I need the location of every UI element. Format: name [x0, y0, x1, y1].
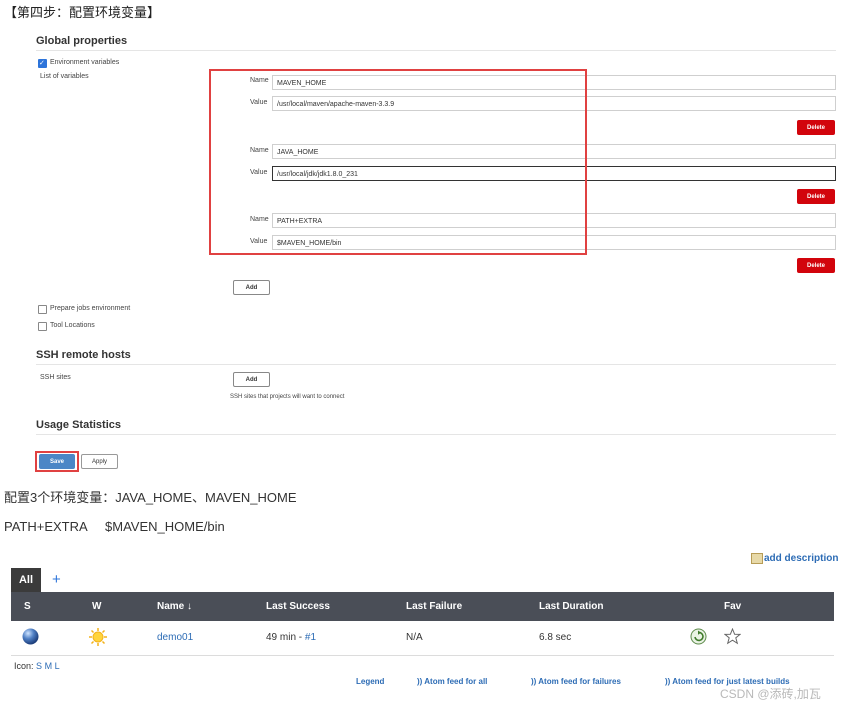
ssh-sites-label: SSH sites: [40, 374, 71, 381]
icon-size-m[interactable]: M: [45, 661, 53, 671]
rss-icon: )): [531, 677, 537, 686]
prepare-jobs-checkbox[interactable]: [38, 305, 47, 314]
rss-icon: )): [665, 677, 671, 686]
atom-feed-failures-link[interactable]: )) Atom feed for failures: [531, 677, 621, 686]
list-of-variables-label: List of variables: [40, 73, 89, 80]
ssh-help-text: SSH sites that projects will want to con…: [230, 394, 345, 400]
build-link[interactable]: #1: [305, 632, 316, 643]
step-title: 【第四步：配置环境变量】: [4, 5, 161, 20]
last-success-time: 49 min -: [266, 632, 305, 643]
note-line-1: 配置3个环境变量：JAVA_HOME、MAVEN_HOME: [4, 490, 297, 505]
schedule-build-icon[interactable]: [690, 628, 707, 645]
table-bottom-line: [11, 655, 834, 656]
legend-link[interactable]: Legend: [356, 677, 384, 686]
section-divider: [36, 364, 836, 365]
add-description-link[interactable]: add description: [751, 553, 838, 564]
col-last-success[interactable]: Last Success: [266, 601, 330, 612]
add-variable-button[interactable]: Add: [233, 280, 270, 295]
favorite-star-icon[interactable]: [723, 627, 742, 645]
icon-size-selector: Icon: S M L: [14, 661, 60, 671]
last-duration-value: 6.8 sec: [539, 632, 572, 643]
ssh-title: SSH remote hosts: [36, 349, 131, 361]
rss-icon: )): [417, 677, 423, 686]
global-properties-title: Global properties: [36, 35, 128, 47]
job-name-link[interactable]: demo01: [157, 632, 193, 643]
status-ball-icon: [22, 628, 39, 645]
note-line-2: PATH+EXTRA $MAVEN_HOME/bin: [4, 519, 225, 534]
tab-add[interactable]: +: [52, 571, 61, 588]
add-description-label: add description: [764, 553, 839, 564]
last-success-value: 49 min - #1: [266, 632, 316, 643]
highlight-box: [209, 69, 587, 255]
col-name[interactable]: Name ↓: [157, 601, 192, 612]
delete-button[interactable]: Delete: [797, 258, 835, 273]
atom-feed-all-link[interactable]: )) Atom feed for all: [417, 677, 487, 686]
sunny-weather-icon: [88, 627, 108, 647]
env-vars-label: Environment variables: [50, 59, 120, 66]
save-button[interactable]: Save: [39, 454, 75, 469]
col-weather[interactable]: W: [92, 601, 101, 612]
prepare-jobs-label: Prepare jobs environment: [50, 305, 131, 312]
icon-size-s[interactable]: S: [36, 661, 42, 671]
col-status[interactable]: S: [24, 601, 31, 612]
tool-locations-label: Tool Locations: [50, 322, 95, 329]
last-failure-value: N/A: [406, 632, 423, 643]
col-last-failure[interactable]: Last Failure: [406, 601, 462, 612]
add-ssh-site-button[interactable]: Add: [233, 372, 270, 387]
tab-all[interactable]: All: [11, 568, 41, 592]
col-last-duration[interactable]: Last Duration: [539, 601, 603, 612]
icon-size-l[interactable]: L: [55, 661, 60, 671]
watermark: CSDN @添砖,加瓦: [720, 687, 821, 701]
apply-button[interactable]: Apply: [81, 454, 118, 469]
env-vars-checkbox[interactable]: [38, 59, 47, 68]
usage-statistics-title: Usage Statistics: [36, 419, 121, 431]
delete-button[interactable]: Delete: [797, 120, 835, 135]
delete-button[interactable]: Delete: [797, 189, 835, 204]
col-fav[interactable]: Fav: [724, 601, 741, 612]
atom-feed-all-label: Atom feed for all: [424, 677, 488, 686]
icon-size-label: Icon:: [14, 661, 34, 671]
edit-note-icon: [751, 553, 763, 564]
tool-locations-checkbox[interactable]: [38, 322, 47, 331]
jobs-table-header: S W Name ↓ Last Success Last Failure Las…: [11, 592, 834, 621]
section-divider: [36, 50, 836, 51]
atom-feed-failures-label: Atom feed for failures: [538, 677, 621, 686]
section-divider: [36, 434, 836, 435]
